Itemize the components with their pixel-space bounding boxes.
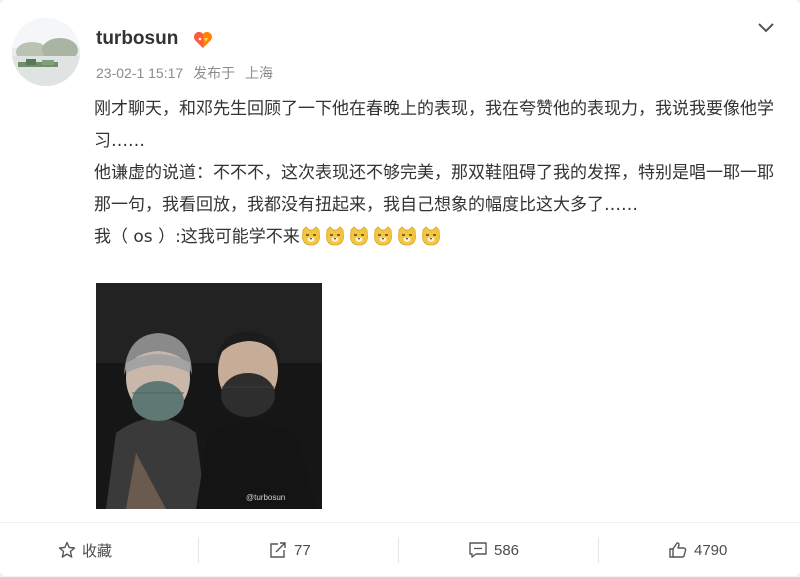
favorite-button[interactable]: 收藏 [58,523,112,577]
post-paragraph: 刚才聊天，和邓先生回顾了一下他在春晚上的表现，我在夸赞他的表现力，我说我要像他学… [94,99,774,151]
post-timestamp[interactable]: 23-02-1 15:17 [96,65,183,81]
comment-count: 586 [494,541,520,559]
doge-cat-emoji-icon [420,225,442,247]
post-paragraph: 他谦虚的说道：不不不，这次表现还不够完美，那双鞋阻碍了我的发挥，特别是唱一耶一耶… [94,163,774,215]
favorite-label: 收藏 [82,542,113,560]
weibo-post-card: turbosun 23-02-1 15:17 发布于 上海 刚才聊天，和邓先生回… [0,0,800,576]
share-icon [268,541,288,559]
post-location: 上海 [244,65,273,81]
doge-cat-emoji-icon [324,225,346,247]
vip-heart-badge-icon[interactable] [192,30,214,50]
emoji-row [300,225,444,258]
comment-button[interactable]: 586 [468,523,519,577]
chevron-down-icon[interactable] [756,20,776,36]
photo-image [96,283,322,509]
post-meta: 23-02-1 15:17 发布于 上海 [96,63,279,83]
photo-watermark: @turbosun [246,493,286,502]
divider [398,537,399,563]
post-action-bar: 收藏 77 586 4790 [0,522,800,577]
divider [198,537,199,563]
divider [598,537,599,563]
username[interactable]: turbosun [96,28,178,50]
star-icon [58,541,76,559]
post-last-line: 我（ os ）:这我可能学不来 [94,221,784,258]
thumbs-up-icon [668,541,688,559]
avatar[interactable] [12,18,80,86]
avatar-image [12,18,80,86]
repost-count: 77 [294,541,311,559]
repost-button[interactable]: 77 [268,523,311,577]
post-photo[interactable]: @turbosun [96,283,322,509]
comment-icon [468,541,488,559]
like-count: 4790 [694,541,728,559]
doge-cat-emoji-icon [348,225,370,247]
doge-cat-emoji-icon [372,225,394,247]
post-content: 刚才聊天，和邓先生回顾了一下他在春晚上的表现，我在夸赞他的表现力，我说我要像他学… [94,93,784,258]
like-button[interactable]: 4790 [668,523,727,577]
post-last-line-text: 我（ os ）:这我可能学不来 [94,227,300,247]
location-prefix: 发布于 [193,65,236,81]
doge-cat-emoji-icon [396,225,418,247]
doge-cat-emoji-icon [300,225,322,247]
